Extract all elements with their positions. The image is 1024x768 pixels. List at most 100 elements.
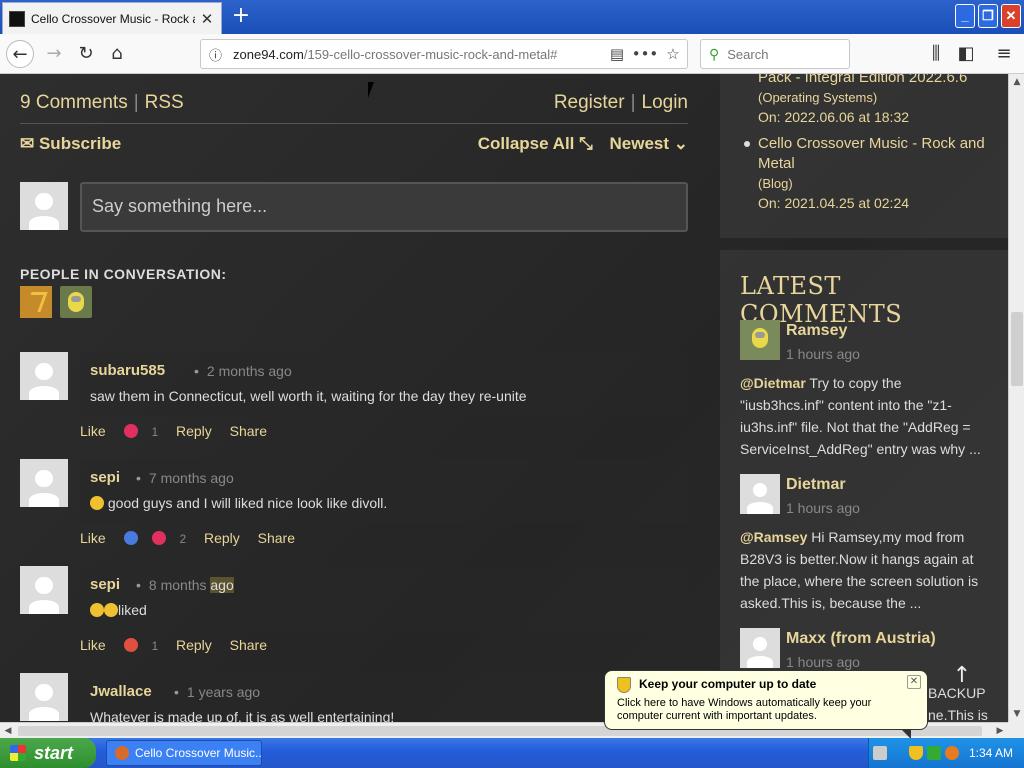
mouse-cursor-icon — [368, 82, 380, 98]
collapse-icon: ⤡ — [579, 134, 593, 153]
participant-avatar[interactable] — [20, 286, 52, 318]
comment-input[interactable]: Say something here... — [80, 182, 688, 232]
commenter-avatar — [20, 459, 68, 507]
menu-icon[interactable]: ≡ — [990, 40, 1018, 68]
minimize-button[interactable]: _ — [955, 4, 975, 28]
commenter-name[interactable]: Dietmar — [786, 476, 846, 494]
current-user-avatar — [20, 182, 68, 230]
title-bar: Cello Crossover Music - Rock and Metal ✕… — [0, 0, 1024, 34]
smile-emoji-icon — [104, 603, 118, 617]
share-button[interactable]: Share — [230, 423, 267, 439]
sidebar-toggle-icon[interactable]: ◧ — [952, 40, 980, 68]
like-button[interactable]: Like 1 — [80, 423, 158, 439]
search-icon: ⚲ — [709, 45, 720, 62]
new-tab-button[interactable]: + — [228, 4, 254, 30]
collapse-all-button[interactable]: Collapse All ⤡ — [478, 134, 593, 153]
scroll-down-icon[interactable]: ▼ — [1009, 706, 1024, 722]
reader-view-icon[interactable]: ▤ — [603, 45, 631, 63]
commenter-name[interactable]: Maxx (from Austria) — [786, 630, 936, 648]
recent-post-category[interactable]: (Operating Systems) — [758, 90, 877, 105]
scroll-right-icon[interactable]: ▶ — [992, 723, 1008, 739]
tab-close-icon[interactable]: ✕ — [199, 10, 215, 28]
scroll-left-icon[interactable]: ◀ — [0, 723, 16, 739]
comments-count: 9 Comments — [20, 92, 128, 113]
comment-author[interactable]: subaru585 — [90, 362, 165, 379]
bookmark-star-icon[interactable]: ☆ — [659, 45, 687, 63]
recent-post-link[interactable]: Pack - Integral Edition 2022.6.6 — [758, 74, 998, 88]
notification-title: Keep your computer up to date — [639, 677, 817, 691]
comment-time: 8 months — [148, 577, 207, 593]
like-button[interactable]: Like 2 — [80, 530, 186, 546]
subscribe-button[interactable]: ✉ Subscribe — [20, 134, 121, 153]
taskbar-item-firefox[interactable]: Cello Crossover Music... — [106, 740, 262, 766]
navigation-toolbar: ← → ↻ ⌂ ⓘ zone94.com/159-cello-crossover… — [0, 34, 1024, 74]
comment-time: 1 hours ago — [786, 654, 860, 670]
site-info-icon[interactable]: ⓘ — [209, 45, 227, 64]
forward-button[interactable]: → — [40, 40, 68, 68]
comment-author[interactable]: sepi — [90, 576, 120, 593]
participant-avatar[interactable] — [60, 286, 92, 318]
recent-post-link[interactable]: Cello Crossover Music - Rock and — [758, 134, 998, 154]
recent-post-category[interactable]: (Blog) — [758, 176, 793, 191]
comment-actions: Like 1 Reply Share — [80, 423, 281, 439]
browser-tab[interactable]: Cello Crossover Music - Rock and Metal ✕ — [2, 2, 222, 34]
reply-button[interactable]: Reply — [176, 423, 212, 439]
commenter-avatar — [20, 673, 68, 721]
url-text[interactable]: zone94.com/159-cello-crossover-music-roc… — [233, 47, 603, 62]
rss-link[interactable]: RSS — [145, 92, 184, 113]
comment-excerpt[interactable]: @Dietmar Try to copy the "iusb3hcs.inf" … — [740, 372, 988, 460]
people-title: PEOPLE IN CONVERSATION: — [20, 266, 227, 282]
keyboard-icon[interactable] — [873, 746, 887, 760]
reload-button[interactable]: ↻ — [72, 40, 100, 68]
close-icon[interactable]: ✕ — [907, 675, 921, 689]
recent-posts: Pack - Integral Edition 2022.6.6 (Operat… — [720, 74, 1008, 238]
comment-text: Whatever is made up of, it is as well en… — [90, 709, 395, 722]
scroll-to-top-button[interactable]: ↑ — [948, 662, 976, 690]
reply-button[interactable]: Reply — [176, 637, 212, 653]
share-button[interactable]: Share — [258, 530, 295, 546]
share-button[interactable]: Share — [230, 637, 267, 653]
maximize-button[interactable]: ❐ — [978, 4, 998, 28]
vertical-scrollbar[interactable]: ▲ ▼ — [1008, 74, 1024, 722]
latest-comment-item: Dietmar 1 hours ago @Ramsey Hi Ramsey,my… — [740, 474, 990, 614]
comments-header: 9 Comments | RSS Register | Login — [20, 90, 688, 124]
home-button[interactable]: ⌂ — [103, 40, 131, 68]
notification-text: Click here to have Windows automatically… — [617, 697, 872, 722]
start-button[interactable]: start — [0, 738, 96, 768]
reply-button[interactable]: Reply — [204, 530, 240, 546]
search-tray-icon[interactable] — [945, 746, 959, 760]
tab-title: Cello Crossover Music - Rock and Metal — [31, 11, 195, 26]
comment-item: sepi • 7 months ago good guys and I will … — [20, 459, 688, 559]
page-actions-icon[interactable]: ••• — [631, 45, 659, 63]
commenter-name[interactable]: Ramsey — [786, 322, 847, 340]
back-button[interactable]: ← — [6, 40, 34, 68]
recent-post-link-line2[interactable]: Metal — [758, 154, 998, 174]
shield-icon[interactable] — [909, 746, 923, 760]
comment-text: saw them in Connecticut, well worth it, … — [90, 388, 527, 404]
address-bar[interactable]: ⓘ zone94.com/159-cello-crossover-music-r… — [200, 39, 688, 69]
commenter-avatar — [740, 628, 780, 668]
heart-icon — [123, 424, 138, 438]
register-link[interactable]: Register — [554, 92, 625, 113]
library-icon[interactable]: ⫼ — [922, 40, 950, 68]
like-button[interactable]: Like 1 — [80, 637, 158, 653]
windows-update-notification[interactable]: Keep your computer up to date Click here… — [604, 670, 928, 739]
network-icon[interactable] — [927, 746, 941, 760]
comment-author[interactable]: Jwallace — [90, 683, 152, 700]
thumbs-up-icon — [123, 531, 138, 545]
system-tray: 1:34 AM — [868, 738, 1024, 768]
scrollbar-thumb[interactable] — [1011, 312, 1023, 386]
sort-dropdown[interactable]: Newest ⌄ — [609, 134, 688, 153]
close-window-button[interactable]: ✕ — [1001, 4, 1021, 28]
sidebar: Pack - Integral Edition 2022.6.6 (Operat… — [720, 74, 1008, 722]
scroll-up-icon[interactable]: ▲ — [1009, 74, 1024, 90]
windows-logo-icon — [10, 745, 26, 761]
login-link[interactable]: Login — [642, 92, 689, 113]
comment-actions: Like 2 Reply Share — [80, 530, 309, 546]
envelope-icon: ✉ — [20, 134, 39, 153]
comment-excerpt[interactable]: @Ramsey Hi Ramsey,my mod from B28V3 is b… — [740, 526, 988, 614]
comment-item: sepi • 8 months ago liked Like 1 Reply Sh… — [20, 566, 688, 666]
comment-author[interactable]: sepi — [90, 469, 120, 486]
search-input[interactable]: ⚲ Search — [700, 39, 850, 69]
comment-excerpt-partial: ne.This is — [928, 707, 988, 722]
